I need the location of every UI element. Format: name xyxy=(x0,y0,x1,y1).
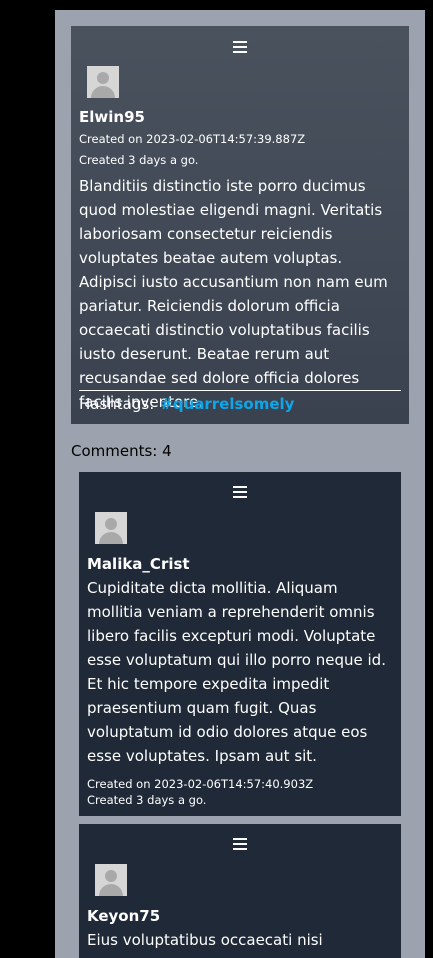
comment-username[interactable]: Malika_Crist xyxy=(87,555,190,573)
comment-content: Cupiditate dicta mollitia. Aliquam molli… xyxy=(87,579,386,765)
comment-menu-icon[interactable] xyxy=(233,838,247,850)
comment-avatar[interactable] xyxy=(95,864,127,896)
comment-card: Malika_Crist Cupiditate dicta mollitia. … xyxy=(79,472,401,816)
post-created-ago: Created 3 days a go. xyxy=(79,153,199,167)
comment-menu-icon[interactable] xyxy=(233,486,247,498)
post-username[interactable]: Elwin95 xyxy=(79,108,145,126)
post-menu-icon[interactable] xyxy=(233,41,247,53)
hashtag-link[interactable]: #quarrelsomely xyxy=(160,395,294,413)
comment-card: Keyon75 Eius voluptatibus occaecati nisi xyxy=(79,824,401,958)
comment-created-ago: Created 3 days a go. xyxy=(87,793,207,807)
post-content: Blanditiis distinctio iste porro ducimus… xyxy=(79,177,388,411)
hashtags-label: Hashtags: xyxy=(79,395,155,413)
post-card: Elwin95 Created on 2023-02-06T14:57:39.8… xyxy=(71,26,409,424)
post-page: Elwin95 Created on 2023-02-06T14:57:39.8… xyxy=(55,10,425,958)
post-avatar[interactable] xyxy=(87,66,119,98)
comments-count: Comments: 4 xyxy=(71,442,172,460)
comment-content: Eius voluptatibus occaecati nisi xyxy=(87,931,323,949)
comment-avatar[interactable] xyxy=(95,512,127,544)
post-divider xyxy=(79,390,401,391)
post-created-on: Created on 2023-02-06T14:57:39.887Z xyxy=(79,132,306,146)
comment-username[interactable]: Keyon75 xyxy=(87,907,160,925)
post-hashtags: Hashtags: #quarrelsomely xyxy=(79,395,294,413)
comment-created-on: Created on 2023-02-06T14:57:40.903Z xyxy=(87,777,314,791)
